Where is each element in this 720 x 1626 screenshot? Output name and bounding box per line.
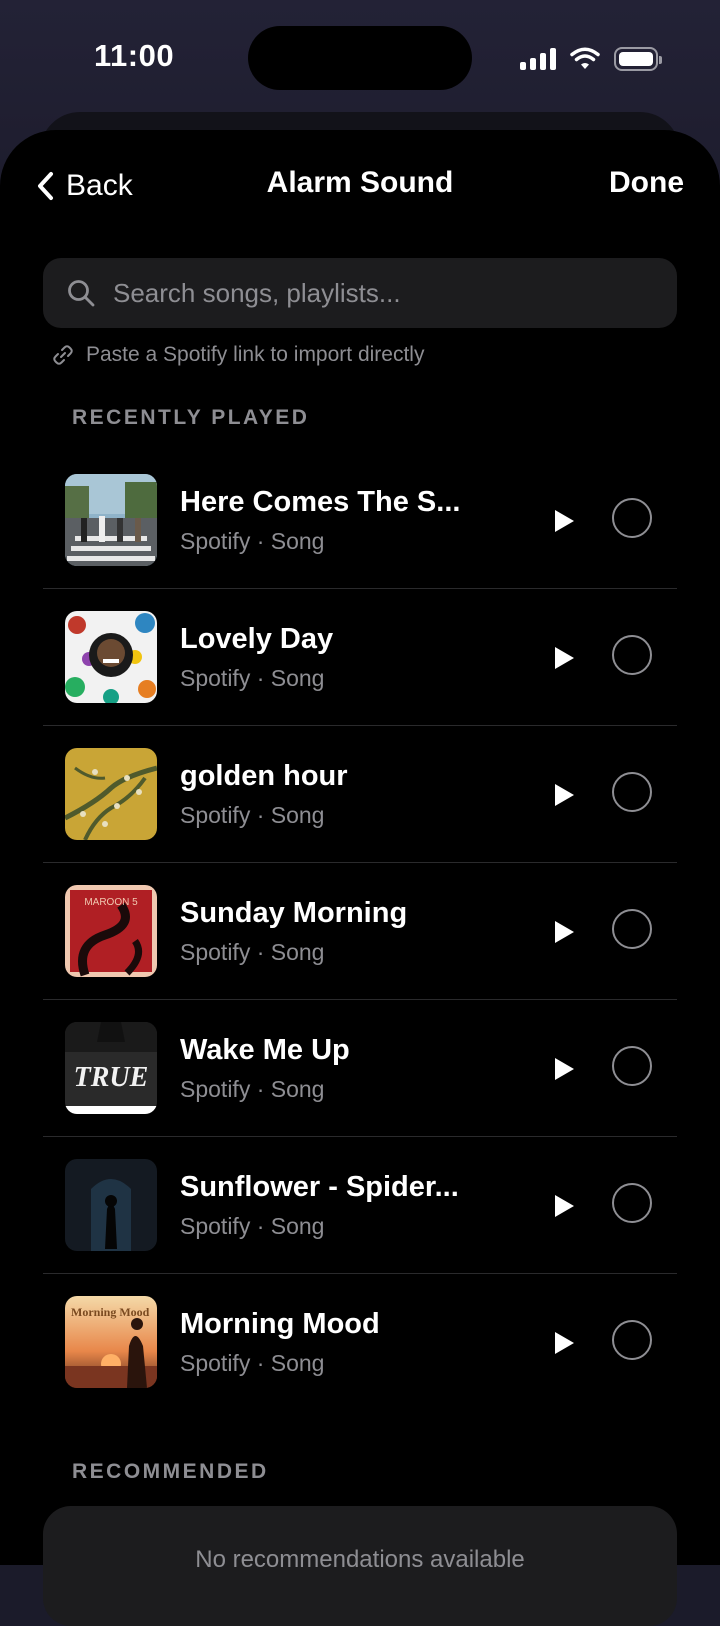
song-subtitle: Spotify · Song: [180, 665, 325, 691]
song-subtitle: Spotify · Song: [180, 1213, 325, 1239]
play-icon[interactable]: [551, 1193, 577, 1219]
song-row[interactable]: Lovely Day Spotify · Song: [43, 589, 677, 726]
song-subtitle: Spotify · Song: [180, 1350, 325, 1376]
play-icon[interactable]: [551, 1330, 577, 1356]
song-row[interactable]: Here Comes The S... Spotify · Song: [43, 452, 677, 589]
album-art-true: TRUE: [65, 1022, 157, 1114]
album-art-sunday-morning: MAROON 5: [65, 885, 157, 977]
status-bar: 11:00: [0, 0, 720, 120]
select-radio[interactable]: [612, 909, 652, 949]
album-art-abbey-road: [65, 474, 157, 566]
play-icon[interactable]: [551, 508, 577, 534]
song-title: golden hour: [180, 760, 348, 792]
song-list: Here Comes The S... Spotify · Song Lovel…: [43, 452, 677, 1410]
search-icon: [68, 280, 95, 307]
song-title: Sunday Morning: [180, 897, 408, 929]
recommendations-empty-text: No recommendations available: [195, 1546, 525, 1573]
song-row[interactable]: TRUE Wake Me Up Spotify · Song: [43, 1000, 677, 1137]
song-subtitle: Spotify · Song: [180, 802, 325, 828]
song-row[interactable]: golden hour Spotify · Song: [43, 726, 677, 863]
song-row[interactable]: Morning Mood Morning Mood Spotify · Song: [43, 1274, 677, 1410]
select-radio[interactable]: [612, 635, 652, 675]
recommendations-panel: No recommendations available: [43, 1506, 677, 1626]
song-title: Lovely Day: [180, 623, 334, 655]
link-icon: [53, 345, 73, 365]
status-icons: [520, 44, 662, 74]
song-title: Morning Mood: [180, 1308, 380, 1340]
album-art-golden-hour: [65, 748, 157, 840]
search-input[interactable]: [111, 276, 635, 310]
select-radio[interactable]: [612, 1320, 652, 1360]
status-time: 11:00: [94, 38, 175, 73]
album-art-lovely-day: [65, 611, 157, 703]
cellular-signal-icon: [520, 48, 556, 70]
song-row[interactable]: MAROON 5 Sunday Morning Spotify · Song: [43, 863, 677, 1000]
album-art-text: TRUE: [74, 1062, 149, 1093]
search-bar[interactable]: [43, 258, 677, 328]
navigation-bar: Back Alarm Sound Done: [0, 130, 720, 240]
album-art-morning-mood: Morning Mood: [65, 1296, 157, 1388]
select-radio[interactable]: [612, 1183, 652, 1223]
alarm-sound-sheet: Back Alarm Sound Done Paste a Spotify li…: [0, 130, 720, 1626]
song-title: Wake Me Up: [180, 1034, 350, 1066]
battery-icon: [614, 47, 662, 71]
section-recommended: RECOMMENDED: [72, 1460, 269, 1483]
song-title: Sunflower - Spider...: [180, 1171, 459, 1203]
album-art-sunflower: [65, 1159, 157, 1251]
play-icon[interactable]: [551, 1056, 577, 1082]
wifi-icon: [570, 47, 600, 69]
song-subtitle: Spotify · Song: [180, 1076, 325, 1102]
dynamic-island: [248, 26, 472, 90]
play-icon[interactable]: [551, 919, 577, 945]
play-icon[interactable]: [551, 782, 577, 808]
song-subtitle: Spotify · Song: [180, 528, 325, 554]
done-button[interactable]: Done: [609, 166, 684, 200]
album-art-text: Morning Mood: [71, 1305, 150, 1319]
select-radio[interactable]: [612, 772, 652, 812]
section-recently-played: RECENTLY PLAYED: [72, 406, 310, 429]
play-icon[interactable]: [551, 645, 577, 671]
song-row[interactable]: Sunflower - Spider... Spotify · Song: [43, 1137, 677, 1274]
spotify-link-hint[interactable]: Paste a Spotify link to import directly: [52, 340, 424, 370]
album-art-text: MAROON 5: [84, 897, 138, 908]
select-radio[interactable]: [612, 498, 652, 538]
song-title: Here Comes The S...: [180, 486, 461, 518]
song-subtitle: Spotify · Song: [180, 939, 325, 965]
select-radio[interactable]: [612, 1046, 652, 1086]
hint-text: Paste a Spotify link to import directly: [86, 343, 425, 366]
